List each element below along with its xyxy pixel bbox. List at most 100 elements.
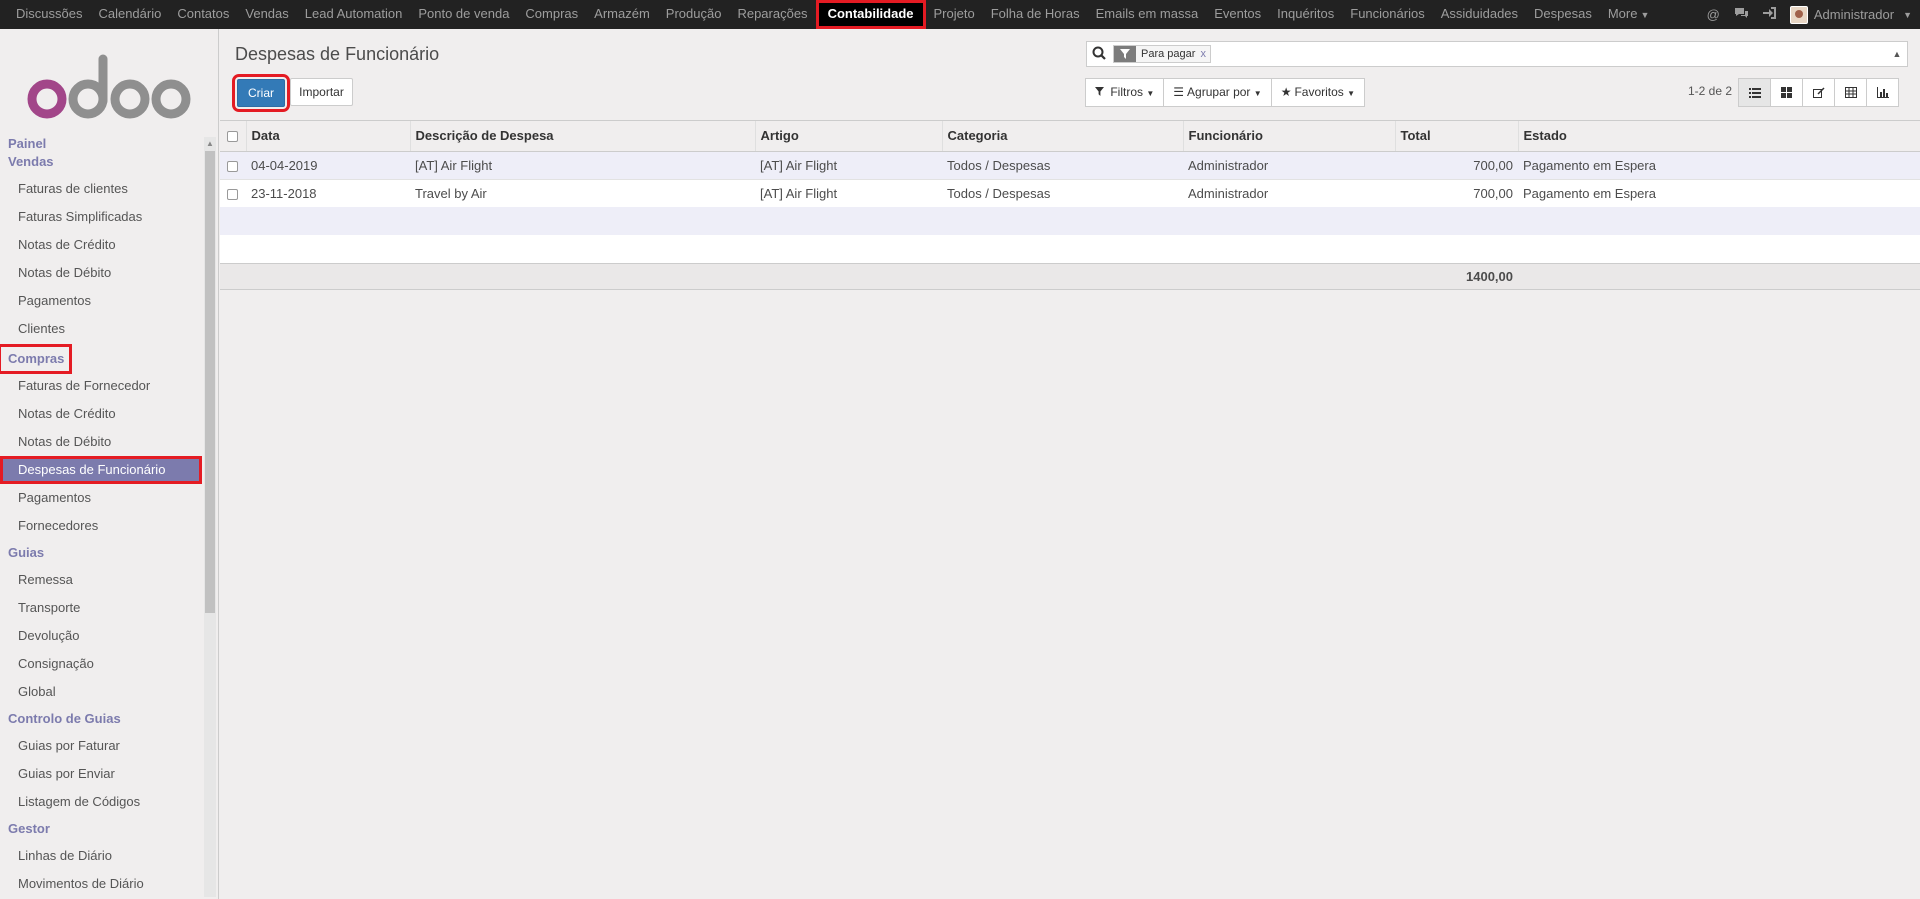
scroll-up-icon[interactable]: ▲ [206,139,214,148]
column-header-funcionario[interactable]: Funcionário [1183,121,1396,152]
menu-calendario[interactable]: Calendário [90,0,169,29]
facet-remove-button[interactable]: x [1200,48,1210,60]
menu-emails-em-massa[interactable]: Emails em massa [1088,0,1207,29]
menu-assiduidades[interactable]: Assiduidades [1433,0,1526,29]
table-icon [1844,87,1857,98]
menu-funcionarios[interactable]: Funcionários [1342,0,1432,29]
sidebar-item-movimentos-diario[interactable]: Movimentos de Diário [0,870,202,898]
menu-projeto[interactable]: Projeto [926,0,983,29]
sidebar-item-notas-debito-vendas[interactable]: Notas de Débito [0,259,202,287]
sidebar-item-pagamentos-compras[interactable]: Pagamentos [0,484,202,512]
import-button[interactable]: Importar [290,78,353,106]
scrollbar-thumb[interactable] [205,151,215,613]
sidebar-item-faturas-simplificadas[interactable]: Faturas Simplificadas [0,203,202,231]
caret-down-icon: ▼ [1146,89,1155,98]
row-checkbox[interactable] [227,188,238,200]
sidebar-item-global[interactable]: Global [0,678,202,706]
sidebar-scrollbar[interactable]: ▲ [204,137,216,897]
menu-contatos[interactable]: Contatos [169,0,237,29]
menu-lead-automation[interactable]: Lead Automation [297,0,411,29]
sidebar-section-controlo-guias[interactable]: Controlo de Guias [0,706,202,732]
sidebar-item-remessa[interactable]: Remessa [0,566,202,594]
menu-contabilidade[interactable]: Contabilidade [815,0,926,29]
odoo-logo[interactable] [25,49,195,124]
sign-in-icon[interactable] [1762,7,1776,22]
sidebar-item-linhas-diario[interactable]: Linhas de Diário [0,842,202,870]
sidebar-item-guias-por-faturar[interactable]: Guias por Faturar [0,732,202,760]
table-header-row: Data Descrição de Despesa Artigo Categor… [220,121,1920,152]
at-icon[interactable]: @ [1707,7,1720,22]
star-icon: ★ [1280,85,1292,99]
menu-ponto-de-venda[interactable]: Ponto de venda [410,0,517,29]
sidebar-section-gestor[interactable]: Gestor [0,816,202,842]
select-all-checkbox[interactable] [227,131,238,143]
form-view-button[interactable] [1802,78,1835,107]
sidebar-section-guias[interactable]: Guias [0,540,202,566]
group-by-button[interactable]: ☰ Agrupar por ▼ [1163,78,1272,107]
sidebar-item-guias-por-enviar[interactable]: Guias por Enviar [0,760,202,788]
sidebar-item-notas-credito-compras[interactable]: Notas de Crédito [0,400,202,428]
menu-reparacoes[interactable]: Reparações [729,0,815,29]
menu-vendas[interactable]: Vendas [237,0,296,29]
column-header-artigo[interactable]: Artigo [755,121,943,152]
search-input[interactable] [1214,47,1887,61]
search-options-group: Filtros ▼ ☰ Agrupar por ▼ ★ Favoritos ▼ [1085,78,1366,107]
favorites-button[interactable]: ★ Favoritos ▼ [1270,78,1366,107]
filters-button[interactable]: Filtros ▼ [1085,78,1165,107]
column-header-data[interactable]: Data [246,121,411,152]
kanban-view-icon [1781,87,1792,98]
search-options-toggle-icon[interactable]: ▲ [1887,49,1907,59]
avatar [1789,5,1808,24]
table-row[interactable]: 23-11-2018 Travel by Air [AT] Air Flight… [220,179,1920,207]
pager-value[interactable]: 1-2 de 2 [1688,84,1732,98]
search-icon[interactable] [1087,46,1111,63]
menu-compras[interactable]: Compras [517,0,586,29]
caret-down-icon: ▼ [1347,89,1356,98]
menu-more[interactable]: More ▼ [1600,0,1658,29]
menu-folha-de-horas[interactable]: Folha de Horas [983,0,1088,29]
sidebar-item-notas-debito-compras[interactable]: Notas de Débito [0,428,202,456]
user-menu[interactable]: Administrador ▼ [1789,5,1912,24]
sidebar-item-consignacao[interactable]: Consignação [0,650,202,678]
favorites-label: Favoritos [1294,85,1344,99]
menu-more-label: More [1607,6,1638,21]
menu-despesas[interactable]: Despesas [1526,0,1600,29]
column-header-estado[interactable]: Estado [1518,121,1920,152]
cell-category: Todos / Despesas [942,179,1183,207]
chat-icon[interactable] [1734,7,1749,22]
kanban-view-button[interactable] [1770,78,1803,107]
row-checkbox[interactable] [227,160,238,172]
menu-eventos[interactable]: Eventos [1206,0,1269,29]
sidebar-section-compras[interactable]: Compras [0,344,73,374]
sidebar-item-clientes[interactable]: Clientes [0,315,202,343]
graph-view-button[interactable] [1866,78,1899,107]
sidebar-item-listagem-codigos[interactable]: Listagem de Códigos [0,788,202,816]
cell-category: Todos / Despesas [942,151,1183,180]
menu-producao[interactable]: Produção [658,0,730,29]
column-header-descricao[interactable]: Descrição de Despesa [410,121,756,152]
sidebar-item-transporte[interactable]: Transporte [0,594,202,622]
column-header-total[interactable]: Total [1395,121,1519,152]
cell-state: Pagamento em Espera [1518,151,1920,180]
sidebar-item-faturas-clientes[interactable]: Faturas de clientes [0,175,202,203]
sidebar-item-despesas-funcionario[interactable]: Despesas de Funcionário [0,456,202,484]
empty-row [220,235,1920,263]
filters-label: Filtros [1110,85,1144,99]
column-header-categoria[interactable]: Categoria [942,121,1184,152]
sidebar-section-vendas[interactable]: Vendas [0,153,202,171]
sidebar-item-pagamentos-vendas[interactable]: Pagamentos [0,287,202,315]
sidebar-item-devolucao[interactable]: Devolução [0,622,202,650]
sidebar-section-painel[interactable]: Painel [0,135,202,153]
search-facet[interactable]: Para pagar x [1113,45,1211,63]
sidebar-item-faturas-fornecedor[interactable]: Faturas de Fornecedor [0,372,202,400]
menu-armazem[interactable]: Armazém [586,0,658,29]
sidebar-item-fornecedores[interactable]: Fornecedores [0,512,202,540]
menu-discussoes[interactable]: Discussões [8,0,90,29]
user-name: Administrador [1813,7,1895,22]
pivot-view-button[interactable] [1834,78,1867,107]
menu-inqueritos[interactable]: Inquéritos [1269,0,1342,29]
list-view-button[interactable] [1738,78,1771,107]
create-button[interactable]: Criar [232,74,290,112]
sidebar-item-notas-credito-vendas[interactable]: Notas de Crédito [0,231,202,259]
table-row[interactable]: 04-04-2019 [AT] Air Flight [AT] Air Flig… [220,151,1920,180]
